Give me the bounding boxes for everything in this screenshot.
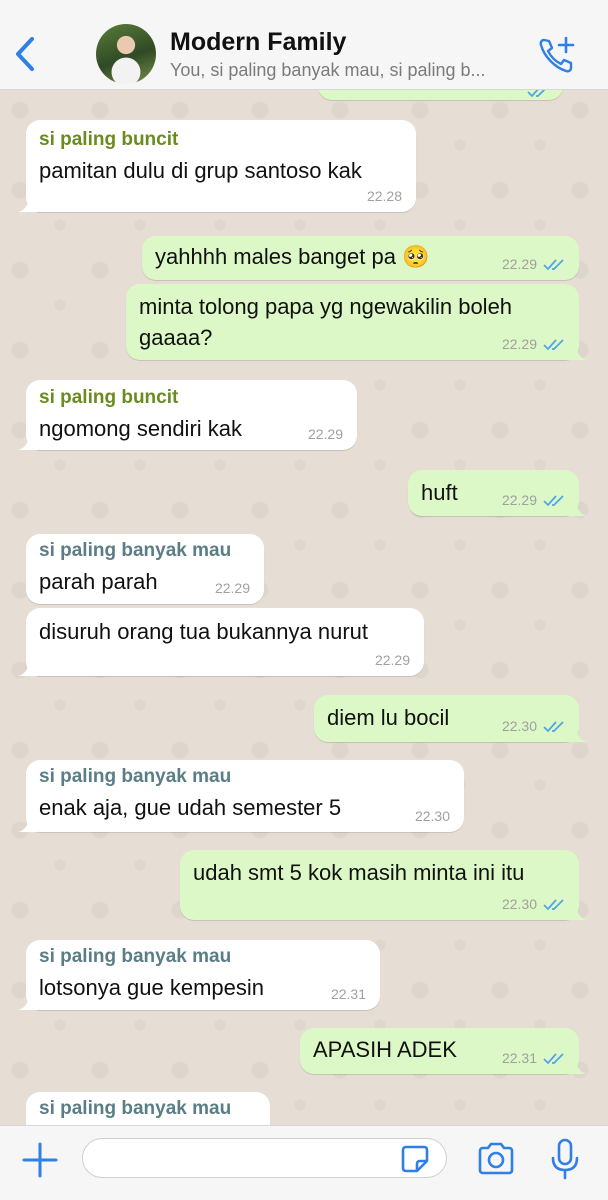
- message-text: ngomong sendiri kak: [39, 416, 243, 441]
- chat-header: Modern Family You, si paling banyak mau,…: [0, 0, 608, 90]
- message-text: minta tolong papa yg ngewakilin boleh ga…: [139, 294, 513, 350]
- message-time: 22.30: [414, 808, 450, 824]
- message-time: 22.30: [501, 896, 537, 912]
- message-bubble-incoming[interactable]: si paling banyak mau parah parah 22.29: [26, 534, 264, 604]
- message-bubble-outgoing[interactable]: huft 22.29: [408, 470, 587, 516]
- message-composer: [0, 1125, 608, 1200]
- message-bubble-outgoing[interactable]: yahhhh males banget pa 🥺 22.29: [142, 236, 579, 280]
- message-bubble-partial: [318, 90, 563, 100]
- message-time: 22.29: [501, 336, 537, 352]
- microphone-icon[interactable]: [550, 1138, 580, 1180]
- message-bubble-incoming[interactable]: si paling buncit pamitan dulu di grup sa…: [18, 120, 416, 212]
- group-avatar[interactable]: [96, 24, 156, 84]
- message-time: 22.30: [501, 718, 537, 734]
- message-bubble-incoming[interactable]: si paling banyak mau enak aja, gue udah …: [18, 760, 464, 832]
- sender-name: si paling banyak mau: [39, 540, 232, 561]
- read-ticks-icon: [527, 90, 546, 98]
- message-time: 22.31: [501, 1050, 537, 1066]
- sender-name: si paling banyak mau: [39, 766, 232, 787]
- group-members-subtitle[interactable]: You, si paling banyak mau, si paling b..…: [170, 60, 530, 81]
- sticker-icon[interactable]: [400, 1144, 430, 1174]
- camera-icon[interactable]: [476, 1142, 516, 1176]
- bubble-tail: [18, 816, 38, 832]
- chevron-left-icon[interactable]: [10, 34, 40, 74]
- message-text: enak aja, gue udah semester 5: [39, 795, 342, 820]
- message-time: 22.29: [501, 492, 537, 508]
- message-bubble-outgoing[interactable]: minta tolong papa yg ngewakilin boleh ga…: [126, 284, 587, 360]
- message-time: 22.28: [366, 188, 402, 204]
- bubble-tail: [18, 196, 38, 212]
- sender-name: si paling buncit: [39, 129, 179, 150]
- message-input[interactable]: [82, 1138, 447, 1178]
- group-title[interactable]: Modern Family: [170, 28, 346, 57]
- message-text: lotsonya gue kempesin: [39, 975, 265, 1000]
- message-bubble-outgoing[interactable]: APASIH ADEK 22.31: [300, 1028, 587, 1074]
- bubble-tail: [567, 904, 587, 920]
- read-ticks-icon: [543, 259, 564, 271]
- message-time: 22.29: [374, 652, 410, 668]
- message-bubble-incoming[interactable]: si paling banyak mau lotsonya gue kempes…: [18, 940, 380, 1010]
- message-bubble-incoming[interactable]: si paling banyak mau: [26, 1092, 270, 1125]
- read-ticks-icon: [543, 339, 564, 351]
- message-list[interactable]: si paling buncit pamitan dulu di grup sa…: [0, 90, 608, 1125]
- bubble-tail: [567, 1058, 587, 1074]
- sender-name: si paling buncit: [39, 387, 179, 408]
- message-bubble-outgoing[interactable]: udah smt 5 kok masih minta ini itu 22.30: [180, 850, 587, 920]
- read-ticks-icon: [543, 899, 564, 911]
- message-bubble-outgoing[interactable]: diem lu bocil 22.30: [314, 695, 587, 742]
- message-time: 22.31: [330, 986, 366, 1002]
- add-call-icon[interactable]: [536, 34, 578, 76]
- message-bubble-incoming[interactable]: disuruh orang tua bukannya nurut 22.29: [18, 608, 424, 676]
- message-time: 22.29: [307, 426, 343, 442]
- message-bubble-incoming[interactable]: si paling buncit ngomong sendiri kak 22.…: [18, 380, 357, 450]
- read-ticks-icon: [543, 721, 564, 733]
- message-time: 22.29: [501, 256, 537, 272]
- bubble-tail: [18, 434, 38, 450]
- message-text: pamitan dulu di grup santoso kak: [39, 158, 362, 183]
- bubble-tail: [567, 726, 587, 742]
- read-ticks-icon: [543, 1053, 564, 1065]
- bubble-tail: [567, 344, 587, 360]
- message-text: udah smt 5 kok masih minta ini itu: [193, 860, 525, 885]
- bubble-tail: [18, 994, 38, 1010]
- plus-icon[interactable]: [20, 1140, 60, 1180]
- read-ticks-icon: [543, 495, 564, 507]
- message-time: 22.29: [214, 580, 250, 596]
- bubble-tail: [18, 660, 38, 676]
- sender-name: si paling banyak mau: [39, 1098, 232, 1119]
- message-text: disuruh orang tua bukannya nurut: [39, 619, 369, 644]
- sender-name: si paling banyak mau: [39, 946, 232, 967]
- bubble-tail: [567, 500, 587, 516]
